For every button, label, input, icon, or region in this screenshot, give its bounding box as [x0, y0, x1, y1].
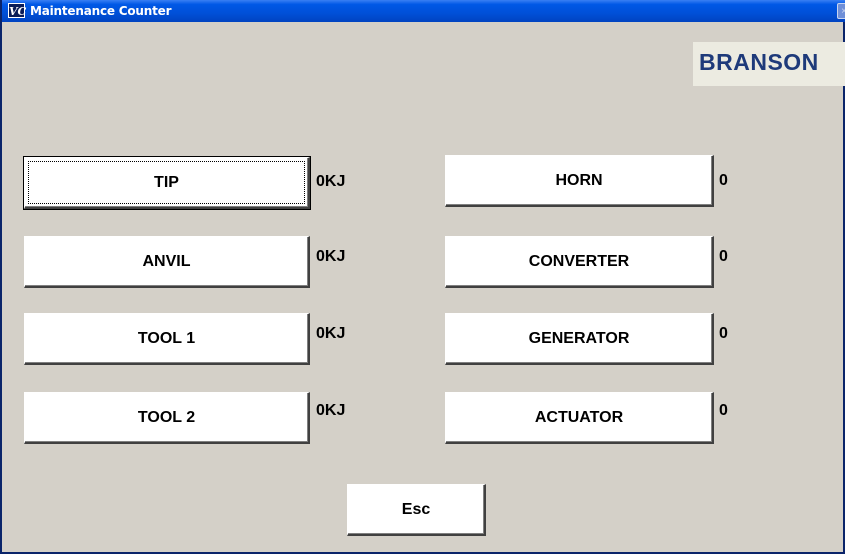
tip-button[interactable]: TIP: [23, 156, 311, 210]
actuator-button[interactable]: ACTUATOR: [445, 392, 714, 444]
generator-counter-value: 0: [719, 325, 728, 342]
close-button[interactable]: ×: [837, 3, 845, 19]
maintenance-counter-window: VC Maintenance Counter × BRANSON TIP 0KJ…: [0, 0, 845, 554]
tool2-button[interactable]: TOOL 2: [24, 392, 310, 444]
window-title: Maintenance Counter: [30, 4, 172, 18]
tool1-button[interactable]: TOOL 1: [24, 313, 310, 365]
anvil-counter-value: 0KJ: [316, 248, 346, 265]
tool2-counter-value: 0KJ: [316, 402, 346, 419]
tool1-counter-value: 0KJ: [316, 325, 346, 342]
tip-counter-value: 0KJ: [316, 173, 346, 190]
anvil-button[interactable]: ANVIL: [24, 236, 310, 288]
horn-counter-value: 0: [719, 172, 728, 189]
logo-text: BRANSON: [699, 49, 819, 75]
horn-button[interactable]: HORN: [445, 155, 714, 207]
generator-button[interactable]: GENERATOR: [445, 313, 714, 365]
title-bar[interactable]: VC Maintenance Counter ×: [2, 0, 845, 22]
converter-counter-value: 0: [719, 248, 728, 265]
app-icon: VC: [8, 3, 27, 18]
converter-button[interactable]: CONVERTER: [445, 236, 714, 288]
actuator-counter-value: 0: [719, 402, 728, 419]
branson-logo: BRANSON: [693, 42, 845, 86]
esc-button[interactable]: Esc: [347, 484, 486, 536]
